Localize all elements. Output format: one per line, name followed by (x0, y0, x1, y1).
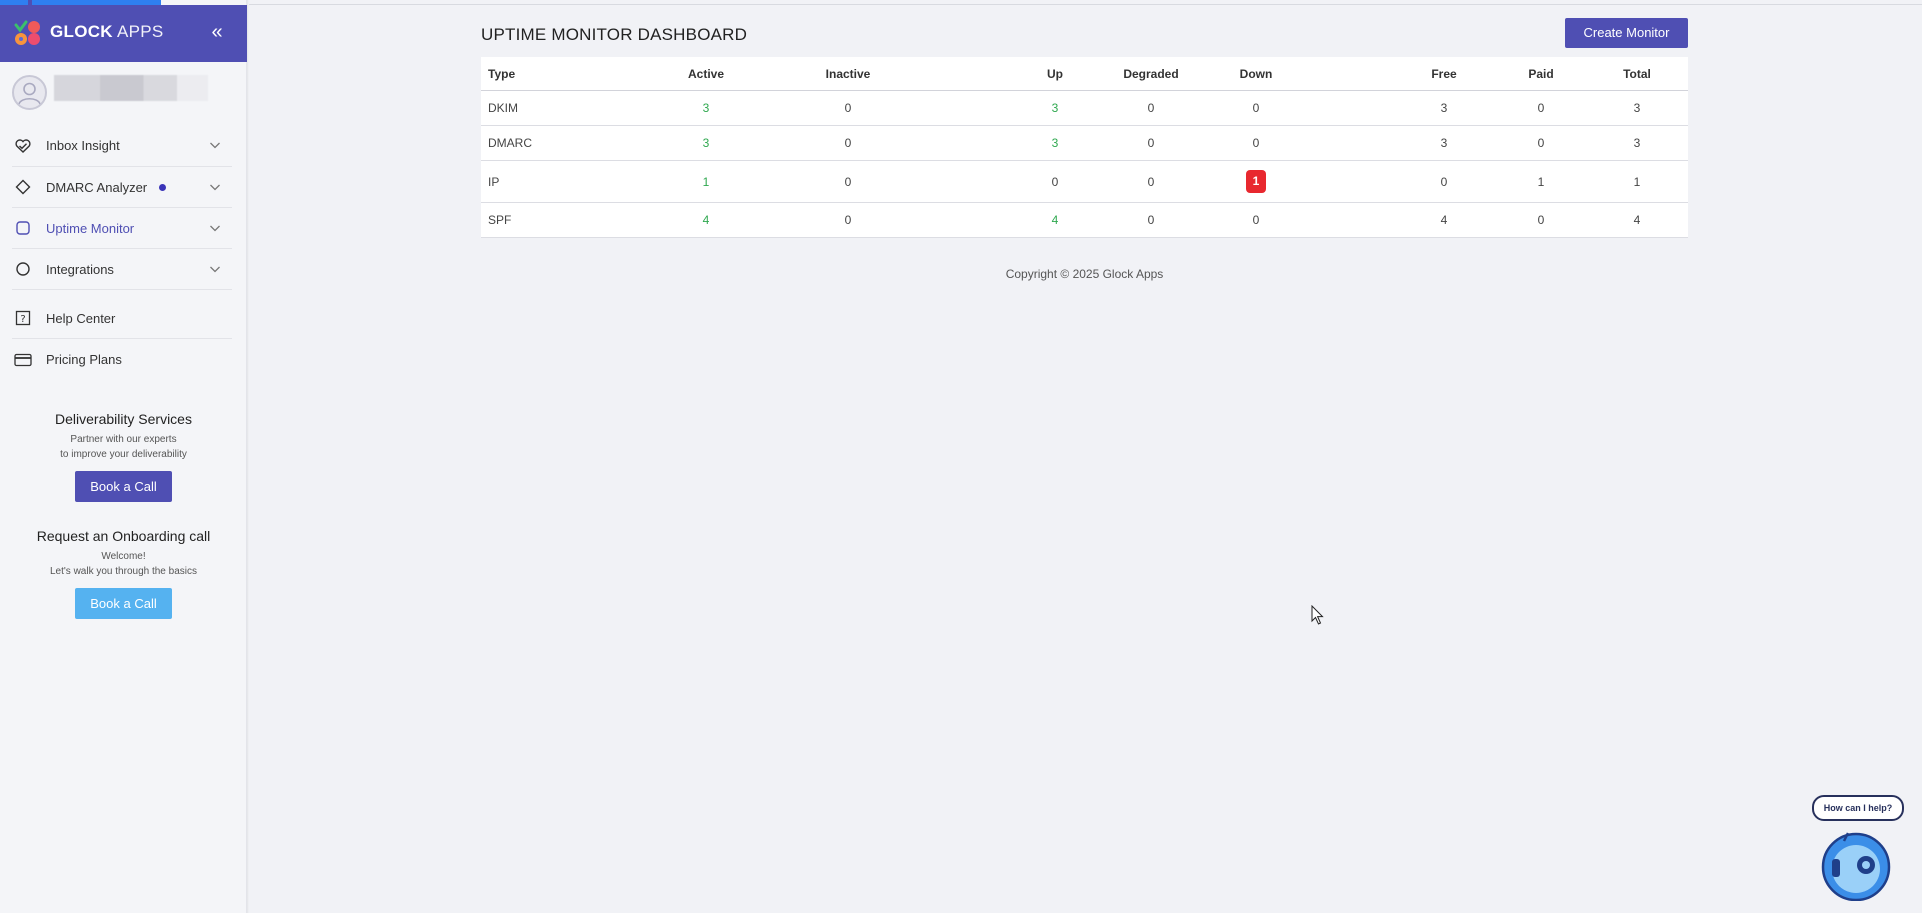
svg-text:?: ? (20, 314, 25, 325)
column-header[interactable]: Down (1240, 57, 1273, 90)
book-onboarding-call-button[interactable]: Book a Call (75, 588, 172, 619)
table-row[interactable]: DKIM 3 0 3 0 0 3 0 3 (481, 91, 1688, 126)
table-row[interactable]: DMARC 3 0 3 0 0 3 0 3 (481, 126, 1688, 161)
sidebar-item-label: Inbox Insight (46, 138, 120, 153)
column-header[interactable]: Active (688, 57, 724, 90)
avatar[interactable] (12, 75, 47, 110)
table-cell: 3 (1633, 101, 1641, 115)
card-title: Request an Onboarding call (36, 528, 211, 544)
card-text: Welcome! (101, 551, 146, 562)
table-cell: 4 (1440, 213, 1448, 227)
table-cell: 0 (1537, 136, 1545, 150)
table-cell: IP (488, 174, 500, 189)
table-cell: 1 (1537, 174, 1545, 189)
page-title: UPTIME MONITOR DASHBOARD (481, 25, 748, 44)
column-header[interactable]: Inactive (826, 57, 871, 90)
table-cell: 0 (1147, 174, 1155, 189)
table-cell: 0 (844, 213, 852, 227)
table-cell: 4 (1633, 213, 1641, 227)
chevron-down-icon[interactable] (208, 221, 222, 235)
table-cell: 3 (1440, 101, 1448, 115)
create-monitor-button[interactable]: Create Monitor (1565, 18, 1688, 48)
sidebar-item-inbox-insight[interactable]: Inbox Insight (12, 125, 232, 167)
table-cell: 0 (1051, 174, 1059, 189)
table-cell: 3 (702, 136, 710, 150)
sidebar-item-dmarc-analyzer[interactable]: DMARC Analyzer (12, 167, 232, 208)
column-header[interactable]: Degraded (1123, 57, 1178, 90)
user-icon (18, 82, 41, 105)
deliverability-services-card: Deliverability Services Partner with our… (0, 411, 247, 502)
table-cell: 4 (702, 213, 710, 227)
table-cell: SPF (488, 213, 512, 227)
table-cell: 3 (702, 101, 710, 115)
sidebar-item-label: Help Center (46, 310, 116, 326)
table-cell: 0 (1440, 174, 1448, 189)
footer-copyright: Copyright © 2025 Glock Apps (1005, 267, 1164, 281)
mouse-cursor-icon (1311, 605, 1324, 625)
column-header[interactable]: Up (1047, 57, 1063, 90)
card-text: Partner with our experts (70, 434, 177, 445)
table-cell: 1 (702, 174, 710, 189)
table-cell: 0 (1147, 136, 1155, 150)
sidebar-item-label: Pricing Plans (46, 352, 122, 367)
chevron-down-icon[interactable] (208, 180, 222, 194)
glock-apps-logo-icon[interactable] (14, 19, 42, 47)
chat-assistant-icon[interactable] (1818, 829, 1894, 901)
sidebar-item-help-center[interactable]: ? Help Center (12, 290, 232, 339)
column-header[interactable]: Total (1623, 57, 1651, 90)
user-profile[interactable] (12, 75, 237, 111)
table-cell: 3 (1051, 101, 1059, 115)
table-cell: 0 (1147, 213, 1155, 227)
help-chat-bubble[interactable]: How can I help? (1812, 795, 1904, 821)
sidebar: GLOCK APPS « Inbox Insight DMARC Analyze… (0, 0, 247, 913)
card-title: Deliverability Services (55, 411, 192, 427)
uptime-monitor-table: Type Active Inactive Up Degraded Down Fr… (481, 57, 1688, 238)
book-a-call-button[interactable]: Book a Call (75, 471, 172, 502)
card-text: to improve your deliverability (60, 449, 187, 460)
card-icon (14, 351, 32, 369)
diamond-icon (14, 178, 32, 196)
table-cell: 0 (1252, 136, 1260, 150)
column-header[interactable]: Paid (1528, 57, 1553, 90)
table-row[interactable]: SPF 4 0 4 0 0 4 0 4 (481, 203, 1688, 238)
notification-dot (159, 183, 167, 191)
table-cell: DMARC (488, 136, 532, 150)
table-cell: 4 (1051, 213, 1059, 227)
table-header-row: Type Active Inactive Up Degraded Down Fr… (481, 57, 1688, 91)
column-header[interactable]: Free (1431, 57, 1456, 90)
sidebar-item-uptime-monitor[interactable]: Uptime Monitor (12, 208, 232, 249)
heart-check-icon (14, 137, 32, 155)
table-cell: 1 (1246, 161, 1266, 202)
sidebar-item-pricing-plans[interactable]: Pricing Plans (12, 339, 232, 380)
table-cell: 0 (1537, 213, 1545, 227)
table-cell: 3 (1440, 136, 1448, 150)
table-cell: 0 (844, 101, 852, 115)
table-cell: 0 (1252, 101, 1260, 115)
collapse-sidebar-icon[interactable]: « (206, 20, 228, 44)
table-row[interactable]: IP 1 0 0 0 1 0 1 1 (481, 161, 1688, 203)
onboarding-card: Request an Onboarding call Welcome! Let'… (0, 528, 247, 619)
table-cell: 0 (1147, 101, 1155, 115)
table-cell: DKIM (488, 101, 518, 115)
down-count-badge[interactable]: 1 (1246, 170, 1266, 193)
table-cell: 0 (844, 136, 852, 150)
sidebar-item-label: DMARC Analyzer (46, 179, 148, 195)
brand-name[interactable]: GLOCK APPS (50, 22, 164, 42)
table-cell: 1 (1633, 174, 1641, 189)
table-cell: 3 (1633, 136, 1641, 150)
sidebar-nav: Inbox Insight DMARC Analyzer Uptime Moni… (12, 125, 232, 380)
card-text: Let's walk you through the basics (50, 566, 197, 577)
table-cell: 0 (844, 174, 852, 189)
table-cell: 0 (1537, 101, 1545, 115)
question-icon: ? (14, 309, 32, 327)
user-name-redacted (54, 75, 208, 101)
column-header[interactable]: Type (488, 57, 515, 90)
table-cell: 0 (1252, 213, 1260, 227)
sidebar-item-label: Uptime Monitor (46, 220, 135, 236)
square-icon (14, 219, 32, 237)
chevron-down-icon[interactable] (208, 138, 222, 152)
table-cell: 3 (1051, 136, 1059, 150)
